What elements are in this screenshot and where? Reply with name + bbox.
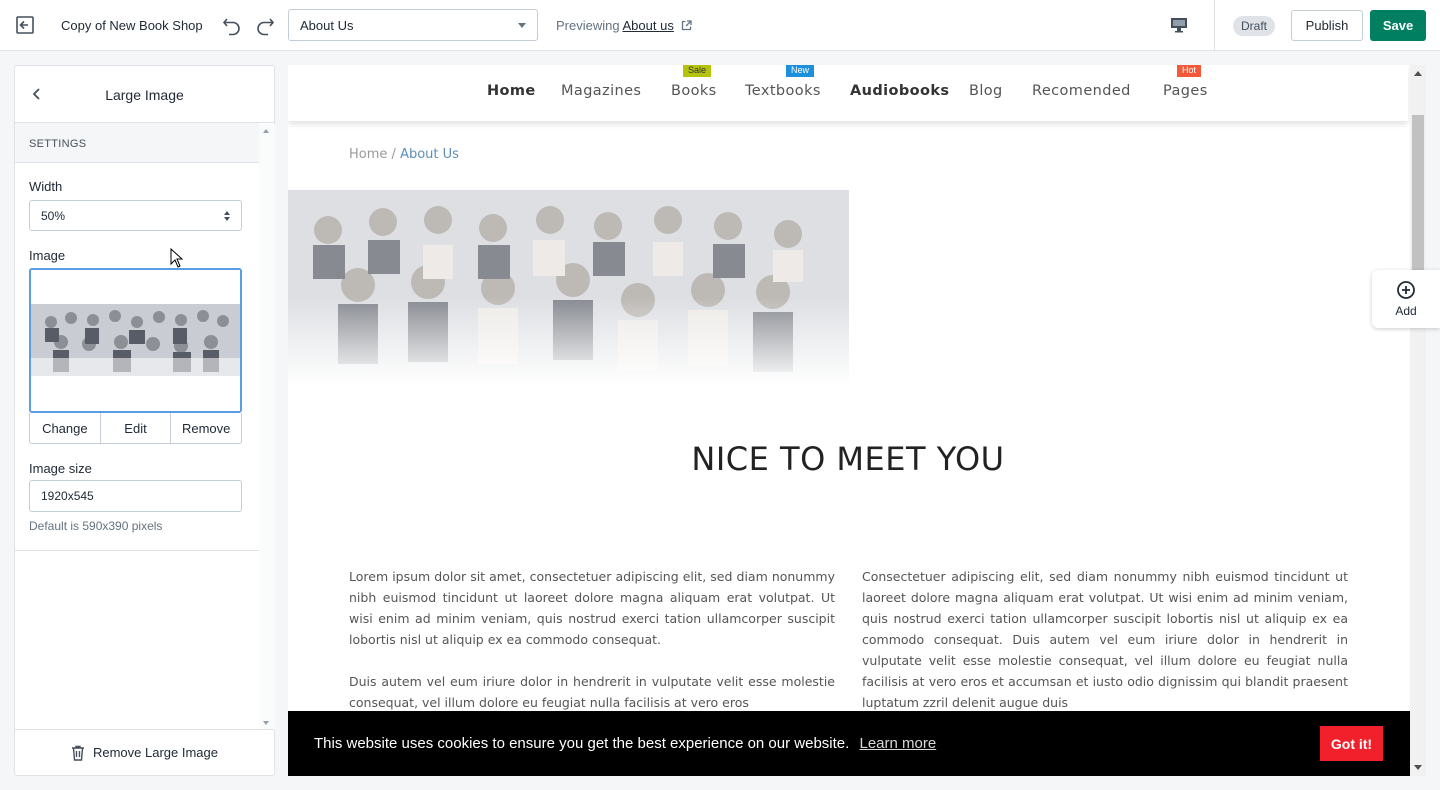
scroll-up-icon[interactable] xyxy=(1414,71,1422,76)
nav-textbooks[interactable]: Textbooks xyxy=(745,83,821,99)
save-button[interactable]: Save xyxy=(1370,10,1426,41)
cookie-text: This website uses cookies to ensure you … xyxy=(314,735,850,752)
breadcrumb-separator: / xyxy=(391,147,396,162)
paragraph: Consectetuer adipiscing elit, sed diam n… xyxy=(862,569,1348,710)
site-nav: Home Magazines Sale Books New Textbooks … xyxy=(288,65,1408,121)
plus-circle-icon xyxy=(1397,281,1415,299)
redo-button[interactable] xyxy=(252,12,278,38)
device-toggle-button[interactable] xyxy=(1166,12,1192,38)
select-arrows-icon xyxy=(224,210,230,221)
scroll-down-icon[interactable] xyxy=(263,721,269,725)
remove-image-button[interactable]: Remove xyxy=(171,413,241,443)
breadcrumb-current: About Us xyxy=(400,147,459,162)
width-value: 50% xyxy=(41,208,66,223)
preview-info: Previewing About us xyxy=(556,18,693,33)
settings-sidebar: Large Image SETTINGS Width 50% Image Cha… xyxy=(14,65,275,776)
crowd-photo-thumbnail xyxy=(31,270,240,411)
top-bar: Copy of New Book Shop About Us Previewin… xyxy=(0,0,1440,51)
external-link-icon[interactable] xyxy=(681,20,693,31)
nav-home[interactable]: Home xyxy=(487,83,536,99)
new-badge: New xyxy=(786,65,815,77)
breadcrumb: Home / About Us xyxy=(349,147,459,162)
redo-icon xyxy=(257,18,275,36)
image-size-input[interactable]: 1920x545 xyxy=(29,480,242,512)
text-column-left: Lorem ipsum dolor sit amet, consectetuer… xyxy=(349,566,835,734)
preview-prefix: Previewing xyxy=(556,18,620,33)
sidebar-header: Large Image xyxy=(15,66,274,123)
page-select[interactable]: About Us xyxy=(288,9,538,41)
large-image[interactable] xyxy=(288,190,849,385)
image-size-help: Default is 590x390 pixels xyxy=(29,519,163,533)
nav-audiobooks[interactable]: Audiobooks xyxy=(850,83,949,99)
preview-scrollbar[interactable] xyxy=(1410,65,1426,776)
sidebar-scrollbar[interactable] xyxy=(259,124,275,730)
mouse-cursor-icon xyxy=(170,248,184,268)
image-preview[interactable] xyxy=(29,268,242,413)
remove-section-label: Remove Large Image xyxy=(92,745,218,760)
nav-blog[interactable]: Blog xyxy=(969,83,1003,99)
shop-name: Copy of New Book Shop xyxy=(61,18,203,33)
breadcrumb-home[interactable]: Home xyxy=(349,147,387,162)
page-select-value: About Us xyxy=(300,17,354,33)
paragraph: Duis autem vel eum iriure dolor in hendr… xyxy=(349,674,835,710)
sidebar-title: Large Image xyxy=(105,87,184,103)
cookie-message: This website uses cookies to ensure you … xyxy=(314,735,936,752)
draft-badge: Draft xyxy=(1233,16,1276,36)
crowd-photo xyxy=(288,190,849,385)
settings-body: Width 50% Image Change Edit Remove Image… xyxy=(15,163,259,551)
toolbar-divider xyxy=(1214,0,1215,51)
remove-section-button[interactable]: Remove Large Image xyxy=(15,729,274,775)
trash-icon xyxy=(71,745,84,761)
exit-button[interactable] xyxy=(10,10,40,40)
add-section-button[interactable]: Add xyxy=(1372,270,1440,328)
cookie-accept-button[interactable]: Got it! xyxy=(1320,726,1383,761)
preview-link[interactable]: About us xyxy=(623,18,674,33)
desktop-icon xyxy=(1171,18,1187,33)
width-select[interactable]: 50% xyxy=(29,200,242,231)
hot-badge: Hot xyxy=(1177,65,1202,77)
nav-pages[interactable]: Pages xyxy=(1163,83,1208,99)
undo-icon xyxy=(222,18,240,36)
sale-badge: Sale xyxy=(683,65,712,77)
chevron-down-icon xyxy=(518,22,526,28)
text-column-right: Consectetuer adipiscing elit, sed diam n… xyxy=(862,566,1348,734)
site-preview: Home Magazines Sale Books New Textbooks … xyxy=(288,65,1410,776)
nav-recomended[interactable]: Recomended xyxy=(1032,83,1131,99)
paragraph: Lorem ipsum dolor sit amet, consectetuer… xyxy=(349,569,835,647)
cookie-banner: This website uses cookies to ensure you … xyxy=(288,711,1410,776)
image-label: Image xyxy=(29,248,66,263)
add-label: Add xyxy=(1395,304,1417,318)
nav-books[interactable]: Books xyxy=(671,83,717,99)
nav-magazines[interactable]: Magazines xyxy=(561,83,641,99)
image-size-label: Image size xyxy=(29,461,92,476)
width-label: Width xyxy=(29,179,63,194)
change-image-button[interactable]: Change xyxy=(30,413,101,443)
edit-image-button[interactable]: Edit xyxy=(101,413,172,443)
exit-icon xyxy=(16,16,34,34)
scroll-down-icon[interactable] xyxy=(1414,765,1422,770)
undo-button[interactable] xyxy=(219,12,245,38)
cookie-learn-more-link[interactable]: Learn more xyxy=(859,735,936,752)
publish-button[interactable]: Publish xyxy=(1291,10,1363,41)
page-heading: NICE TO MEET YOU xyxy=(691,440,1005,478)
scroll-up-icon[interactable] xyxy=(263,129,269,133)
image-actions: Change Edit Remove xyxy=(29,413,242,444)
scrollbar-thumb[interactable] xyxy=(1412,115,1424,275)
settings-section-title: SETTINGS xyxy=(15,123,259,163)
